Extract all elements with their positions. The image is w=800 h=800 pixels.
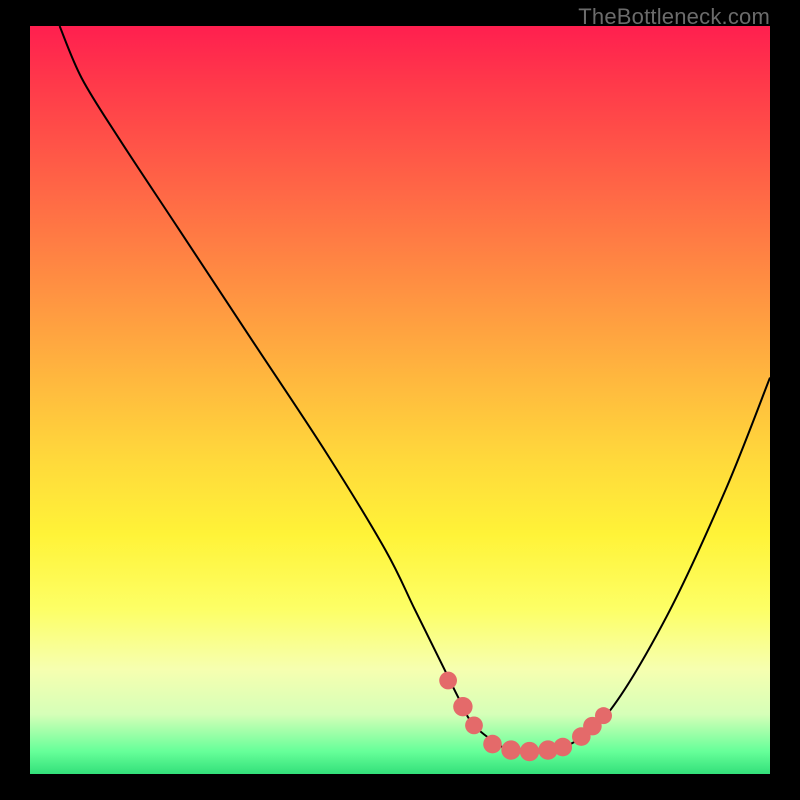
marker-group — [439, 672, 612, 762]
marker-left-2 — [453, 697, 472, 716]
chart-svg — [30, 26, 770, 774]
outer-frame: TheBottleneck.com — [0, 0, 800, 800]
marker-left-1 — [439, 672, 457, 690]
marker-bottom-2 — [501, 740, 520, 759]
marker-bottom-5 — [554, 738, 573, 757]
marker-right-3 — [595, 707, 612, 724]
plot-area — [30, 26, 770, 774]
marker-bottom-3 — [520, 742, 539, 761]
marker-left-3 — [465, 717, 483, 735]
bottleneck-curve — [60, 26, 770, 752]
marker-bottom-1 — [483, 735, 502, 754]
